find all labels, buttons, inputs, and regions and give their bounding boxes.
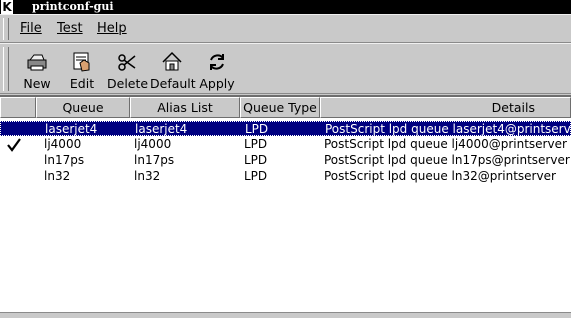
column-header-queue[interactable]: Queue <box>36 97 130 118</box>
edit-button-label: Edit <box>69 76 95 91</box>
cell-details: PostScript lpd queue ln17ps@printserver <box>324 153 570 167</box>
list-header: Queue Alias List Queue Type Details <box>0 97 571 118</box>
scissors-icon <box>118 54 136 71</box>
menubar-drag-handle[interactable] <box>3 18 9 40</box>
edit-hand-icon <box>73 52 90 72</box>
refresh-icon <box>210 54 224 70</box>
edit-button[interactable]: Edit <box>64 47 100 91</box>
cell-alias: laserjet4 <box>135 122 188 136</box>
apply-button-label: Apply <box>199 76 235 91</box>
cell-details: PostScript lpd queue ln32@printserver <box>324 169 556 183</box>
cell-alias: lj4000 <box>134 137 172 151</box>
cell-type: LPD <box>244 153 268 167</box>
queue-list[interactable]: Queue Alias List Queue Type Details lase… <box>0 95 571 318</box>
window-titlebar[interactable]: K printconf-gui <box>0 0 571 14</box>
cell-type: LPD <box>244 169 268 183</box>
delete-button-label: Delete <box>107 76 149 91</box>
window-title: printconf-gui <box>32 0 114 13</box>
toolbar: New Edit Delete Default Apply <box>0 43 571 94</box>
default-button[interactable]: Default <box>150 47 196 91</box>
table-row[interactable]: ln17ps ln17ps LPD PostScript lpd queue l… <box>0 153 571 168</box>
cell-queue: lj4000 <box>44 137 82 151</box>
cell-queue: laserjet4 <box>45 122 98 136</box>
default-button-label: Default <box>150 76 196 91</box>
column-header-default[interactable] <box>0 97 36 118</box>
menu-file-label: File <box>20 21 42 36</box>
cell-queue: ln32 <box>44 169 71 183</box>
column-header-details[interactable]: Details <box>320 97 571 118</box>
cell-details: PostScript lpd queue lj4000@printserver <box>324 137 567 151</box>
cell-queue: ln17ps <box>44 153 85 167</box>
menu-test[interactable]: Test <box>57 21 83 36</box>
new-button[interactable]: New <box>18 47 56 91</box>
cell-details: PostScript lpd queue laserjet4@printserv… <box>325 122 571 136</box>
table-row[interactable]: ln32 ln32 LPD PostScript lpd queue ln32@… <box>0 169 571 184</box>
toolbar-drag-handle[interactable] <box>3 47 9 91</box>
table-row[interactable]: lj4000 lj4000 LPD PostScript lpd queue l… <box>0 137 571 152</box>
app-menu-icon[interactable]: K <box>1 0 13 14</box>
menu-file[interactable]: File <box>20 21 42 36</box>
menu-help[interactable]: Help <box>97 21 127 36</box>
menu-help-label: Help <box>97 21 127 36</box>
cell-type: LPD <box>245 122 269 136</box>
printer-icon <box>27 54 47 71</box>
cell-type: LPD <box>244 137 268 151</box>
house-icon <box>162 51 182 71</box>
menu-test-label: Test <box>57 21 83 36</box>
delete-button[interactable]: Delete <box>107 47 149 91</box>
column-header-alias-list[interactable]: Alias List <box>130 97 240 118</box>
column-header-queue-type[interactable]: Queue Type <box>240 97 320 118</box>
menubar: File Test Help <box>0 14 571 43</box>
bottom-frame-edge <box>0 312 571 318</box>
checkmark-icon <box>7 138 21 152</box>
table-row[interactable]: laserjet4 laserjet4 LPD PostScript lpd q… <box>0 121 571 136</box>
cell-alias: ln32 <box>134 169 161 183</box>
apply-button[interactable]: Apply <box>198 47 236 91</box>
cell-alias: ln17ps <box>134 153 175 167</box>
new-button-label: New <box>23 76 51 91</box>
